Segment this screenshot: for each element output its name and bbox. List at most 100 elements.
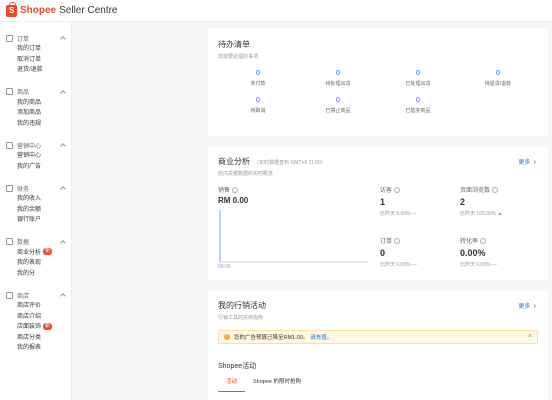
shopee-logo-icon[interactable] [6,1,17,17]
sidebar-item-shop-decoration[interactable]: 店面装饰新 [0,322,71,333]
sidebar-item-add-product[interactable]: 添加商品 [0,108,71,119]
todo-title: 待办清单 [218,40,250,49]
todo-label: 已处理出货 [405,81,431,87]
chevron-up-icon [60,36,66,42]
sidebar-item-balance[interactable]: 我的余额 [0,205,71,216]
help-icon[interactable] [394,238,401,245]
sidebar-item-label: 商业分析 [17,249,42,256]
wallet-icon [6,184,13,192]
chart-icon [6,238,13,245]
metric-label-text: 订单 [380,239,393,245]
todo-value: 0 [256,70,260,77]
todo-card: 待办清单 您需要处理的事项 0 未付款 0 待处理出货 0 已处理出货 0 待退货/退款… [208,28,548,136]
shopee-campaigns-heading: Shopee活动 [218,363,257,370]
notice-text: 您的广告预算已降至RM1.00。 [234,335,309,341]
brand-subtitle: Seller Centre [59,5,118,16]
tab-flash-sale[interactable]: Shopee 的限时抢购 [245,374,309,392]
todo-value: 0 [336,70,340,77]
sidebar-item-violations[interactable]: 我的违规 [0,119,71,130]
todo-value: 0 [256,97,260,104]
todo-to-process[interactable]: 0 待处理出货 [298,70,378,87]
todo-grid: 0 未付款 0 待处理出货 0 已处理出货 0 待退货/退款 0 待取消 0 已禁止商品 0… [218,70,538,114]
shop-icon [6,291,13,299]
metric-compare: 比昨天 0.00% — [460,262,497,268]
sidebar-section-header[interactable]: 营销中心 [0,139,71,151]
sidebar-section-header[interactable]: 财务 [0,182,71,194]
sidebar: 订单 我的订单 取消订单 退货/退款 商品 我的商品 添加商品 我的违规 营销中… [0,22,72,400]
sidebar-item-shop-categories[interactable]: 商店分类 [0,333,71,344]
sidebar-item-my-score[interactable]: 我的分 [0,269,71,280]
todo-value: 0 [416,70,420,77]
todo-value: 0 [416,97,420,104]
todo-unpaid[interactable]: 0 未付款 [218,70,298,87]
close-icon[interactable]: × [528,333,532,340]
sidebar-item-my-ads[interactable]: 我的广告 [0,162,71,173]
todo-sold-out[interactable]: 0 已售完商品 [378,97,458,114]
sidebar-section-title: 数据 [17,240,30,246]
metric-label: 页面浏览数 [460,185,540,194]
metric-visitors: 访客 1 比昨天 0.00% — [380,185,460,217]
metric-compare: 比昨天 100.00% ▲ [460,211,503,217]
metric-compare: 比昨天 0.00% — [380,262,417,268]
metric-label: 访客 [380,185,460,194]
sidebar-section-title: 财务 [17,186,30,193]
tab-campaigns[interactable]: 活动 [218,374,246,392]
help-icon[interactable] [394,187,401,194]
sidebar-item-shop-profile[interactable]: 商店介绍 [0,312,71,323]
todo-pending-cancel[interactable]: 0 待取消 [218,97,298,114]
new-badge: 新 [43,322,53,330]
insights-header: 商业分析 （实时数据直到 GMT+8 11:00） [218,156,538,167]
sidebar-item-performance[interactable]: 我的表现 [0,258,71,269]
notice-topup-link[interactable]: 请充值。 [310,333,332,341]
sidebar-section-header[interactable]: 订单 [0,32,71,44]
todo-subtitle: 您需要处理的事项 [218,54,259,60]
marketing-subtitle: 行销工具的实用指南 [218,315,264,321]
sidebar-item-returns[interactable]: 退货/退款 [0,65,71,76]
todo-processed[interactable]: 0 已处理出货 [378,70,458,87]
sidebar-section-title: 订单 [17,36,30,43]
metric-conversion-rate: 转化率 0.00% 比昨天 0.00% — [460,236,540,268]
todo-label: 已禁止商品 [325,108,351,114]
business-insights-card: 商业分析 （实时数据直到 GMT+8 11:00） 店内关键数据的实时概览 更多… [208,146,548,280]
metric-orders: 订单 0 比昨天 0.00% — [380,236,460,268]
help-icon[interactable] [492,187,499,194]
chevron-up-icon [60,186,66,192]
todo-returns[interactable]: 0 待退货/退款 [458,70,538,87]
sidebar-item-bank-account[interactable]: 银行账户 [0,215,71,226]
brand-name[interactable]: Shopee [20,5,56,16]
sidebar-item-my-products[interactable]: 我的商品 [0,98,71,109]
sidebar-item-business-insights[interactable]: 商业分析新 [0,248,71,259]
todo-banned-products[interactable]: 0 已禁止商品 [298,97,378,114]
metric-value: 0 [380,248,386,258]
insights-subtitle: 店内关键数据的实时概览 [218,171,274,177]
sidebar-section-header[interactable]: 商店 [0,289,71,301]
metric-label: 订单 [380,236,460,245]
sidebar-section-orders: 订单 我的订单 取消订单 退货/退款 [0,32,71,76]
chevron-up-icon [60,239,66,246]
help-icon[interactable] [480,238,487,245]
sidebar-section-header[interactable]: 商品 [0,86,71,98]
todo-value: 0 [336,97,340,104]
products-icon [6,88,13,95]
sidebar-item-my-orders[interactable]: 我的订单 [0,44,71,55]
metric-page-views: 页面浏览数 2 比昨天 100.00% ▲ [460,185,540,217]
sidebar-item-income[interactable]: 我的收入 [0,194,71,205]
sidebar-item-cancelled[interactable]: 取消订单 [0,55,71,66]
insights-range: （实时数据直到 GMT+8 11:00） [254,160,326,166]
sidebar-section-header[interactable]: 数据 [0,236,71,248]
help-icon[interactable] [231,187,238,194]
sidebar-item-shop-rating[interactable]: 商店评价 [0,301,71,312]
top-bar: Shopee Seller Centre [0,0,552,22]
marketing-more-link[interactable]: 更多 [518,301,536,310]
sidebar-item-label: 店面装饰 [17,324,42,330]
insights-more-link[interactable]: 更多 [518,157,536,166]
sidebar-item-marketing-centre[interactable]: 营销中心 [0,151,71,162]
tag-icon [6,141,13,149]
sidebar-section-title: 商品 [17,90,30,96]
warning-icon: ! [224,334,230,340]
sidebar-item-my-reports[interactable]: 我的报表 [0,343,71,354]
sidebar-section-finance: 财务 我的收入 我的余额 银行账户 [0,182,71,226]
sidebar-section-shop: 商店 商店评价 商店介绍 店面装饰新 商店分类 我的报表 [0,289,71,354]
ad-budget-notice: ! 您的广告预算已降至RM1.00。 请充值。 × [218,330,538,344]
sidebar-section-title: 营销中心 [17,143,42,150]
